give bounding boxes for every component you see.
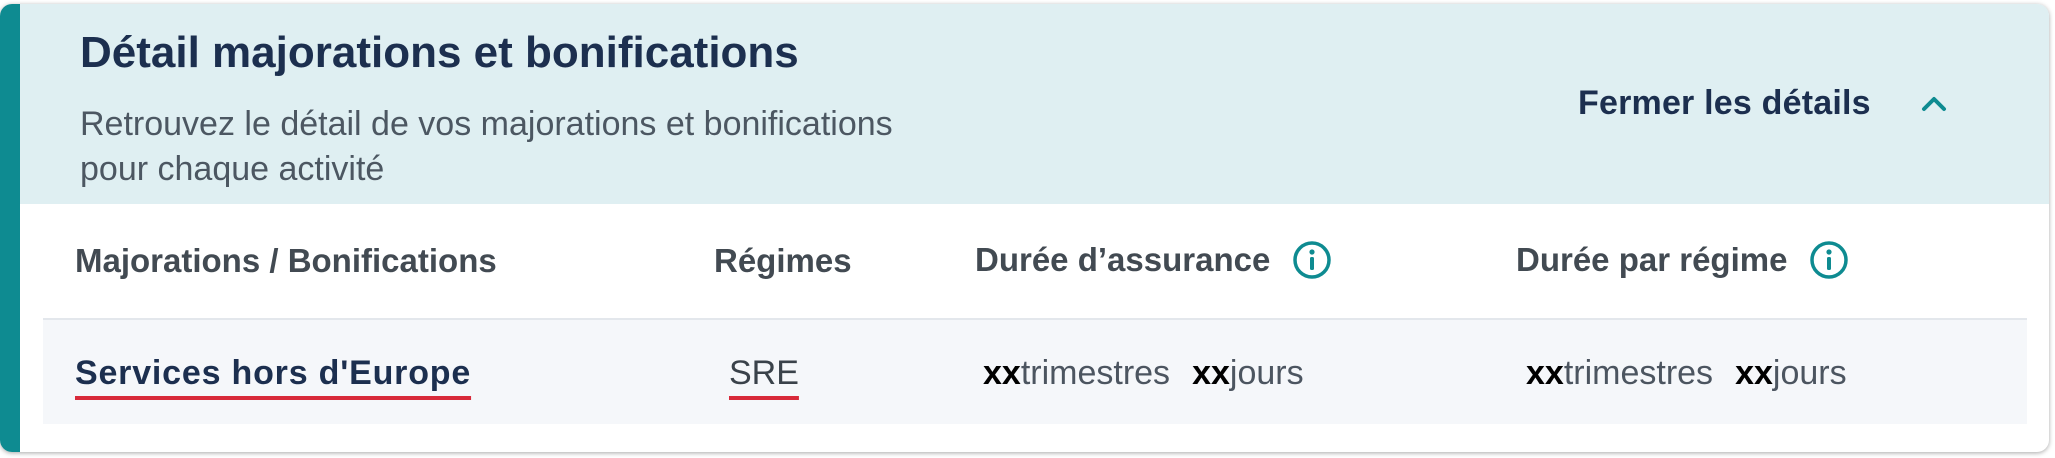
trimestres-unit: trimestres: [1020, 354, 1171, 392]
section-title: Détail majorations et bonifications: [80, 28, 799, 77]
trimestres-unit: trimestres: [1563, 354, 1714, 392]
jours-value: xx: [1192, 354, 1230, 392]
duree-assurance-cell: xxtrimestres xxjours: [983, 354, 1326, 393]
jours-unit: jours: [1229, 354, 1304, 392]
chevron-up-icon: [1919, 89, 1949, 119]
subtitle-line-2: pour chaque activité: [80, 150, 385, 188]
subtitle-line-1: Retrouvez le détail de vos majorations e…: [80, 105, 893, 143]
activity-cell: Services hors d'Europe: [75, 354, 471, 393]
info-icon[interactable]: [1809, 240, 1849, 280]
accent-bar: [0, 4, 20, 452]
jours-value: xx: [1735, 354, 1773, 392]
trimestres-value: xx: [983, 354, 1021, 392]
regime-value: SRE: [729, 354, 799, 392]
header-majorations: Majorations / Bonifications: [75, 242, 497, 280]
header-regimes-label: Régimes: [714, 242, 852, 279]
header-duree-regime: Durée par régime: [1516, 240, 1849, 280]
trimestres-value: xx: [1526, 354, 1564, 392]
close-details-button[interactable]: Fermer les détails: [1578, 84, 1949, 123]
jours-unit: jours: [1772, 354, 1847, 392]
header-duree-assurance: Durée d’assurance: [975, 240, 1332, 280]
close-details-label: Fermer les détails: [1578, 84, 1871, 122]
table-row: Services hors d'Europe SRE xxtrimestres x…: [43, 320, 2027, 424]
regime-cell: SRE: [729, 354, 799, 393]
header-majorations-label: Majorations / Bonifications: [75, 242, 497, 279]
card-header: Détail majorations et bonifications Retr…: [20, 4, 2049, 204]
section-subtitle: Retrouvez le détail de vos majorations e…: [80, 102, 1000, 192]
majorations-table: Majorations / Bonifications Régimes Duré…: [43, 204, 2027, 424]
majorations-card: Détail majorations et bonifications Retr…: [0, 4, 2049, 452]
duree-regime-cell: xxtrimestres xxjours: [1526, 354, 1869, 393]
table-header-row: Majorations / Bonifications Régimes Duré…: [43, 204, 2027, 320]
info-icon[interactable]: [1292, 240, 1332, 280]
activity-link[interactable]: Services hors d'Europe: [75, 354, 471, 392]
header-duree-regime-label: Durée par régime: [1516, 241, 1788, 278]
header-duree-assurance-label: Durée d’assurance: [975, 241, 1271, 278]
header-regimes: Régimes: [714, 242, 852, 280]
